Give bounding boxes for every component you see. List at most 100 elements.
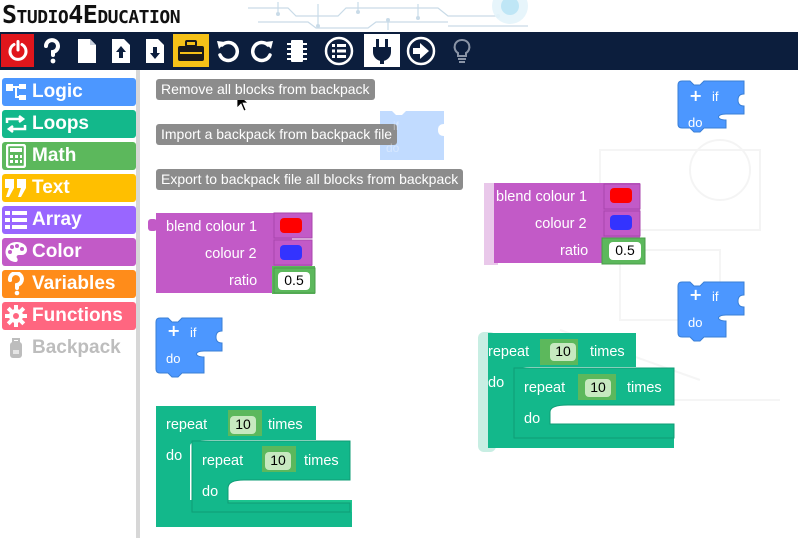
colour1-swatch[interactable] (280, 218, 302, 233)
repeat-label: repeat (202, 453, 244, 469)
if-block-right (677, 281, 745, 342)
add-else-icon[interactable]: + (689, 287, 702, 303)
category-label: Loops (32, 113, 89, 134)
question-mark-icon (2, 270, 30, 298)
colour2-label: colour 2 (205, 246, 257, 262)
colour2-swatch[interactable] (610, 215, 632, 230)
upload-to-board-button[interactable] (404, 34, 437, 67)
calculator-icon (2, 142, 30, 170)
ratio-label: ratio (229, 273, 258, 289)
plug-icon (373, 38, 391, 64)
blend-label: blend colour 1 (496, 189, 588, 205)
ghost-if-label: if (393, 119, 399, 133)
toolbox-icon (178, 39, 204, 61)
repeat-count[interactable]: 10 (265, 452, 291, 470)
times-label: times (304, 453, 339, 469)
upload-button[interactable] (104, 34, 137, 67)
menu-remove-all[interactable]: Remove all blocks from backpack (156, 79, 375, 100)
undo-button[interactable] (211, 34, 244, 67)
category-variables[interactable]: Variables (2, 270, 136, 298)
menu-export-backpack[interactable]: Export to backpack file all blocks from … (156, 169, 464, 190)
category-label: Text (32, 177, 70, 198)
toolbox-button[interactable] (173, 34, 209, 67)
category-text[interactable]: Text (2, 174, 136, 202)
blend-label: blend colour 1 (166, 219, 258, 235)
menu-import-backpack[interactable]: Import a backpack from backpack file (156, 124, 398, 145)
palette-icon (2, 238, 30, 266)
do-label: do (166, 351, 181, 366)
category-math[interactable]: Math (2, 142, 136, 170)
logo-bar: Studio4Education (0, 0, 798, 32)
times-label: times (590, 344, 625, 360)
board-icon (286, 39, 307, 62)
quote-icon (2, 174, 30, 202)
do-label: do (202, 484, 219, 500)
colour2-label: colour 2 (535, 216, 587, 232)
download-button[interactable] (138, 34, 171, 67)
new-file-icon (77, 38, 96, 63)
colour2-swatch[interactable] (280, 245, 302, 260)
repeat-count[interactable]: 10 (230, 416, 256, 434)
do-label: do (688, 315, 703, 330)
checklist-button[interactable] (322, 34, 355, 67)
category-logic[interactable]: Logic (2, 78, 136, 106)
category-label: Functions (32, 305, 123, 326)
checklist-icon (324, 36, 353, 65)
blocks-workspace[interactable]: Remove all blocks from backpack Import a… (144, 70, 798, 538)
app-root: Studio4Education Logic Loops Math Text A… (0, 0, 798, 538)
download-icon (145, 38, 164, 63)
lightbulb-button[interactable] (445, 34, 478, 67)
logic-icon (2, 78, 30, 106)
add-else-icon[interactable]: + (689, 88, 702, 104)
category-label: Variables (32, 273, 116, 294)
list-icon (2, 206, 30, 234)
ghost-do-label: do (386, 141, 400, 155)
do-label: do (488, 375, 505, 391)
redo-icon (250, 40, 273, 62)
category-loops[interactable]: Loops (2, 110, 136, 138)
category-sidebar: Logic Loops Math Text Array Color Variab… (0, 70, 140, 538)
new-file-button[interactable] (70, 34, 103, 67)
do-label: do (688, 115, 703, 130)
loops-icon (2, 110, 30, 138)
times-label: times (627, 380, 662, 396)
ratio-label: ratio (560, 243, 589, 259)
power-button[interactable] (1, 34, 34, 67)
help-icon (43, 37, 60, 63)
app-logo: Studio4Education (2, 0, 181, 29)
upload-icon (111, 38, 130, 63)
board-button[interactable] (280, 34, 313, 67)
power-icon (8, 39, 27, 61)
help-button[interactable] (35, 34, 68, 67)
category-array[interactable]: Array (2, 206, 136, 234)
ratio-value[interactable]: 0.5 (278, 272, 310, 290)
category-color[interactable]: Color (2, 238, 136, 266)
connect-button[interactable] (364, 34, 400, 67)
circuit-decoration (248, 0, 528, 30)
times-label: times (268, 417, 303, 433)
repeat-label: repeat (488, 344, 530, 360)
category-label: Array (32, 209, 82, 230)
arrow-right-icon (406, 36, 435, 65)
backpack-icon (2, 334, 30, 362)
colour1-swatch[interactable] (610, 188, 632, 203)
add-else-icon[interactable]: + (167, 323, 180, 339)
do-label: do (524, 411, 541, 427)
category-label: Math (32, 145, 77, 166)
repeat-label: repeat (166, 417, 208, 433)
if-block-left (155, 317, 223, 378)
if-label: if (712, 89, 719, 104)
repeat-count[interactable]: 10 (585, 379, 611, 397)
do-label: do (166, 448, 183, 464)
category-label: Color (32, 241, 82, 262)
redo-button[interactable] (245, 34, 278, 67)
category-label: Logic (32, 81, 83, 102)
lightbulb-icon (453, 38, 470, 63)
repeat-label: repeat (524, 380, 566, 396)
undo-icon (216, 40, 239, 62)
repeat-count[interactable]: 10 (550, 343, 576, 361)
category-backpack[interactable]: Backpack (2, 334, 136, 362)
category-functions[interactable]: Functions (2, 302, 136, 330)
category-label: Backpack (32, 337, 121, 358)
ratio-value[interactable]: 0.5 (609, 242, 641, 260)
